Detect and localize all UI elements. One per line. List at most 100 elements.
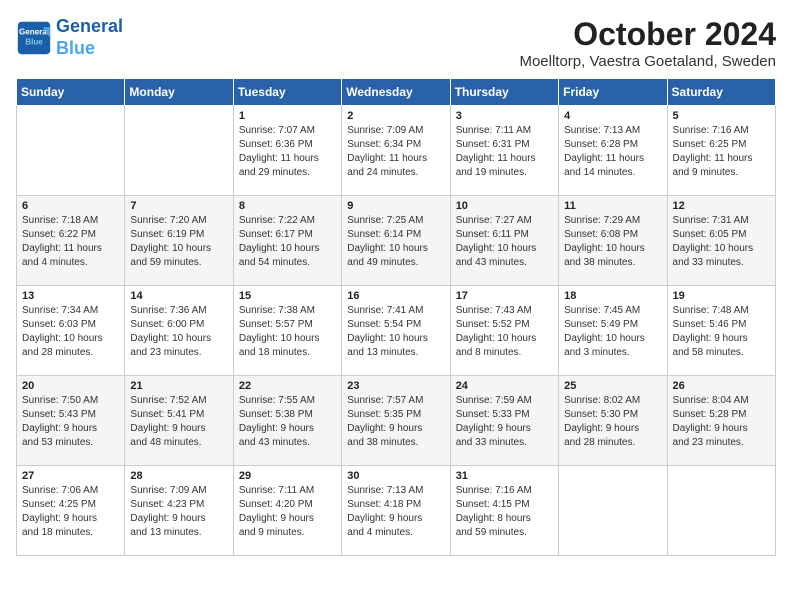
day-info: Sunrise: 7:31 AMSunset: 6:05 PMDaylight:… [673, 214, 770, 270]
calendar-header-row: SundayMondayTuesdayWednesdayThursdayFrid… [17, 79, 776, 106]
day-number: 5 [673, 110, 770, 122]
logo-text: GeneralBlue [56, 16, 123, 59]
day-info: Sunrise: 7:16 AMSunset: 6:25 PMDaylight:… [673, 124, 770, 180]
col-header-wednesday: Wednesday [342, 79, 450, 106]
day-number: 31 [456, 470, 553, 482]
day-info: Sunrise: 7:22 AMSunset: 6:17 PMDaylight:… [239, 214, 336, 270]
col-header-tuesday: Tuesday [233, 79, 341, 106]
calendar-week-5: 27Sunrise: 7:06 AMSunset: 4:25 PMDayligh… [17, 466, 776, 556]
day-number: 25 [564, 380, 661, 392]
logo: General Blue GeneralBlue [16, 16, 123, 59]
day-number: 8 [239, 200, 336, 212]
day-number: 10 [456, 200, 553, 212]
day-info: Sunrise: 7:43 AMSunset: 5:52 PMDaylight:… [456, 304, 553, 360]
day-info: Sunrise: 7:13 AMSunset: 4:18 PMDaylight:… [347, 484, 444, 540]
day-number: 19 [673, 290, 770, 302]
day-info: Sunrise: 7:11 AMSunset: 6:31 PMDaylight:… [456, 124, 553, 180]
day-info: Sunrise: 7:07 AMSunset: 6:36 PMDaylight:… [239, 124, 336, 180]
calendar-cell: 28Sunrise: 7:09 AMSunset: 4:23 PMDayligh… [125, 466, 233, 556]
day-info: Sunrise: 7:11 AMSunset: 4:20 PMDaylight:… [239, 484, 336, 540]
day-number: 12 [673, 200, 770, 212]
calendar-cell: 14Sunrise: 7:36 AMSunset: 6:00 PMDayligh… [125, 286, 233, 376]
calendar-cell: 31 Sunrise: 7:16 AMSunset: 4:15 PMDayligh… [450, 466, 558, 556]
calendar-cell: 1 Sunrise: 7:07 AMSunset: 6:36 PMDaylight… [233, 106, 341, 196]
calendar-body: 1 Sunrise: 7:07 AMSunset: 6:36 PMDaylight… [17, 106, 776, 556]
calendar-cell: 5 Sunrise: 7:16 AMSunset: 6:25 PMDaylight… [667, 106, 775, 196]
day-number: 24 [456, 380, 553, 392]
day-info: Sunrise: 7:18 AMSunset: 6:22 PMDaylight:… [22, 214, 119, 270]
day-number: 1 [239, 110, 336, 122]
day-info: Sunrise: 7:48 AMSunset: 5:46 PMDaylight:… [673, 304, 770, 360]
day-number: 15 [239, 290, 336, 302]
day-info: Sunrise: 7:55 AMSunset: 5:38 PMDaylight:… [239, 394, 336, 450]
title-block: October 2024 Moelltorp, Vaestra Goetalan… [519, 16, 776, 70]
day-info: Sunrise: 7:45 AMSunset: 5:49 PMDaylight:… [564, 304, 661, 360]
day-info: Sunrise: 7:25 AMSunset: 6:14 PMDaylight:… [347, 214, 444, 270]
calendar-title: October 2024 [519, 16, 776, 53]
calendar-cell: 7 Sunrise: 7:20 AMSunset: 6:19 PMDaylight… [125, 196, 233, 286]
day-number: 6 [22, 200, 119, 212]
day-number: 22 [239, 380, 336, 392]
col-header-thursday: Thursday [450, 79, 558, 106]
calendar-cell: 20 Sunrise: 7:50 AMSunset: 5:43 PMDayligh… [17, 376, 125, 466]
calendar-cell: 3 Sunrise: 7:11 AMSunset: 6:31 PMDaylight… [450, 106, 558, 196]
calendar-cell: 13Sunrise: 7:34 AMSunset: 6:03 PMDayligh… [17, 286, 125, 376]
calendar-cell: 19 Sunrise: 7:48 AMSunset: 5:46 PMDayligh… [667, 286, 775, 376]
day-info: Sunrise: 8:04 AMSunset: 5:28 PMDaylight:… [673, 394, 770, 450]
calendar-cell: 25 Sunrise: 8:02 AMSunset: 5:30 PMDayligh… [559, 376, 667, 466]
calendar-cell: 10 Sunrise: 7:27 AMSunset: 6:11 PMDayligh… [450, 196, 558, 286]
day-info: Sunrise: 7:27 AMSunset: 6:11 PMDaylight:… [456, 214, 553, 270]
day-info: Sunrise: 7:57 AMSunset: 5:35 PMDaylight:… [347, 394, 444, 450]
day-number: 3 [456, 110, 553, 122]
calendar-cell: 2Sunrise: 7:09 AMSunset: 6:34 PMDaylight… [342, 106, 450, 196]
day-number: 28 [130, 470, 227, 482]
day-number: 21 [130, 380, 227, 392]
calendar-cell: 17 Sunrise: 7:43 AMSunset: 5:52 PMDayligh… [450, 286, 558, 376]
calendar-cell: 9 Sunrise: 7:25 AMSunset: 6:14 PMDaylight… [342, 196, 450, 286]
col-header-monday: Monday [125, 79, 233, 106]
day-number: 17 [456, 290, 553, 302]
calendar-week-4: 20 Sunrise: 7:50 AMSunset: 5:43 PMDayligh… [17, 376, 776, 466]
day-number: 20 [22, 380, 119, 392]
day-info: Sunrise: 7:20 AMSunset: 6:19 PMDaylight:… [130, 214, 227, 270]
day-number: 7 [130, 200, 227, 212]
day-info: Sunrise: 7:13 AMSunset: 6:28 PMDaylight:… [564, 124, 661, 180]
day-number: 27 [22, 470, 119, 482]
day-number: 9 [347, 200, 444, 212]
calendar-cell: 4 Sunrise: 7:13 AMSunset: 6:28 PMDaylight… [559, 106, 667, 196]
calendar-cell: 21Sunrise: 7:52 AMSunset: 5:41 PMDayligh… [125, 376, 233, 466]
day-info: Sunrise: 8:02 AMSunset: 5:30 PMDaylight:… [564, 394, 661, 450]
calendar-cell: 23Sunrise: 7:57 AMSunset: 5:35 PMDayligh… [342, 376, 450, 466]
day-info: Sunrise: 7:34 AMSunset: 6:03 PMDaylight:… [22, 304, 119, 360]
calendar-cell: 27Sunrise: 7:06 AMSunset: 4:25 PMDayligh… [17, 466, 125, 556]
day-info: Sunrise: 7:29 AMSunset: 6:08 PMDaylight:… [564, 214, 661, 270]
day-info: Sunrise: 7:09 AMSunset: 6:34 PMDaylight:… [347, 124, 444, 180]
calendar-subtitle: Moelltorp, Vaestra Goetaland, Sweden [519, 53, 776, 70]
day-number: 29 [239, 470, 336, 482]
calendar-week-2: 6 Sunrise: 7:18 AMSunset: 6:22 PMDaylight… [17, 196, 776, 286]
col-header-sunday: Sunday [17, 79, 125, 106]
day-info: Sunrise: 7:59 AMSunset: 5:33 PMDaylight:… [456, 394, 553, 450]
calendar-cell: 6 Sunrise: 7:18 AMSunset: 6:22 PMDaylight… [17, 196, 125, 286]
day-number: 26 [673, 380, 770, 392]
logo-icon: General Blue [16, 20, 52, 56]
day-number: 30 [347, 470, 444, 482]
day-number: 4 [564, 110, 661, 122]
col-header-friday: Friday [559, 79, 667, 106]
calendar-cell: 30 Sunrise: 7:13 AMSunset: 4:18 PMDayligh… [342, 466, 450, 556]
day-info: Sunrise: 7:50 AMSunset: 5:43 PMDaylight:… [22, 394, 119, 450]
calendar-cell: 29 Sunrise: 7:11 AMSunset: 4:20 PMDayligh… [233, 466, 341, 556]
day-number: 16 [347, 290, 444, 302]
calendar-cell: 8 Sunrise: 7:22 AMSunset: 6:17 PMDaylight… [233, 196, 341, 286]
calendar-cell: 18Sunrise: 7:45 AMSunset: 5:49 PMDayligh… [559, 286, 667, 376]
calendar-cell: 22 Sunrise: 7:55 AMSunset: 5:38 PMDayligh… [233, 376, 341, 466]
day-info: Sunrise: 7:16 AMSunset: 4:15 PMDaylight:… [456, 484, 553, 540]
calendar-cell: 16Sunrise: 7:41 AMSunset: 5:54 PMDayligh… [342, 286, 450, 376]
calendar-cell: 12 Sunrise: 7:31 AMSunset: 6:05 PMDayligh… [667, 196, 775, 286]
calendar-cell: 24 Sunrise: 7:59 AMSunset: 5:33 PMDayligh… [450, 376, 558, 466]
calendar-cell [125, 106, 233, 196]
calendar-cell: 11 Sunrise: 7:29 AMSunset: 6:08 PMDayligh… [559, 196, 667, 286]
calendar-cell [667, 466, 775, 556]
calendar-cell [559, 466, 667, 556]
day-number: 11 [564, 200, 661, 212]
